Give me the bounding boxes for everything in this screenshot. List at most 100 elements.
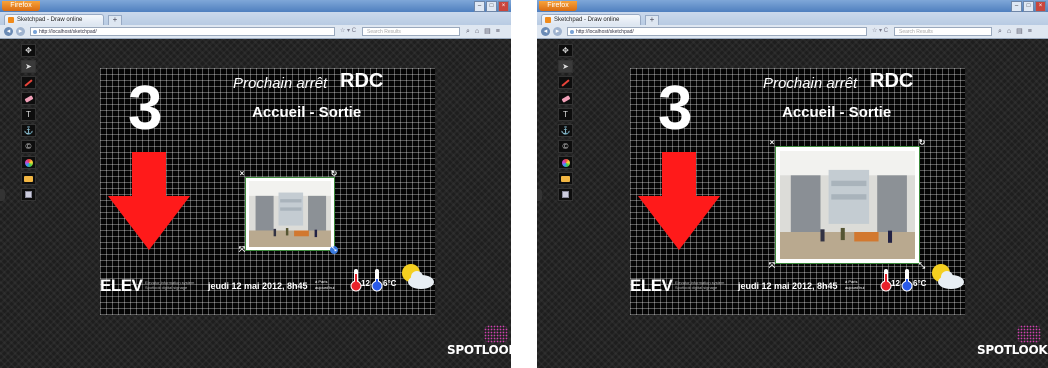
resize-handle-icon[interactable]: ⤡ (330, 246, 338, 254)
search-placeholder: Search Results (367, 29, 401, 35)
page-content: ✥ ➤ T ⚓ © Prochain arrêt RDC Accueil - S… (537, 39, 1048, 368)
destination-label: Accueil - Sortie (252, 104, 362, 121)
close-window-button[interactable]: × (1035, 1, 1046, 12)
search-icon[interactable]: ⌕ (466, 27, 470, 36)
back-arrow-icon[interactable]: ◂ (541, 27, 550, 36)
back-arrow-icon[interactable]: ◂ (4, 27, 13, 36)
eraser-icon[interactable] (21, 92, 36, 105)
temperature-min: 6°C (913, 279, 927, 288)
rotate-handle-icon[interactable]: ↻ (330, 170, 338, 178)
side-handle[interactable] (537, 189, 542, 201)
elev-subtitle-2: Spotlook digital signage (145, 285, 188, 290)
minimize-button[interactable]: – (474, 1, 485, 12)
tab-sketchpad[interactable]: Sketchpad - Draw online (4, 14, 104, 25)
spotlook-logo-dots (484, 325, 508, 343)
date-time: jeudi 12 mai 2012, 8h45 (738, 281, 838, 291)
anchor-icon[interactable]: ⚓ (558, 124, 573, 137)
menu-icon[interactable]: ≡ (1028, 27, 1032, 36)
title-bar: Firefox – □ × (537, 0, 1048, 12)
close-window-button[interactable]: × (498, 1, 509, 12)
side-handle[interactable] (0, 189, 5, 201)
elev-subtitle-2: Spotlook digital signage (675, 285, 718, 290)
tab-sketchpad[interactable]: Sketchpad - Draw online (541, 14, 641, 25)
divider (511, 0, 537, 368)
search-placeholder: Search Results (899, 29, 933, 35)
rotate-handle-icon[interactable]: ↻ (918, 139, 926, 147)
navigation-bar: ◂ ▸ http://localhost/sketchpad/ ☆ ▾ C Se… (0, 25, 511, 39)
browser-window-right: Firefox – □ × Sketchpad - Draw online + … (537, 0, 1048, 368)
anchor-icon[interactable]: ⚓ (21, 124, 36, 137)
save-icon[interactable] (21, 188, 36, 201)
lobby-photo[interactable] (776, 147, 919, 263)
bookmarks-icon[interactable]: ▤ (484, 27, 491, 36)
eraser-icon[interactable] (558, 92, 573, 105)
tab-title: Sketchpad - Draw online (17, 17, 83, 23)
floor-number: 3 (658, 74, 693, 143)
spotlook-logo: SPOTLOOK (977, 343, 1048, 357)
forward-arrow-icon[interactable]: ▸ (553, 27, 562, 36)
window-controls: – □ × (474, 1, 509, 12)
url-input[interactable]: http://localhost/sketchpad/ (30, 27, 335, 36)
move-handle-icon[interactable]: ⤧ (238, 246, 246, 254)
move-icon[interactable]: ✥ (21, 44, 36, 57)
search-icon[interactable]: ⌕ (998, 27, 1002, 36)
down-arrow-icon (638, 152, 720, 250)
sun-cloud-icon (932, 264, 964, 289)
pen-icon[interactable] (21, 76, 36, 89)
move-icon[interactable]: ✥ (558, 44, 573, 57)
temperature-max: 12 (891, 279, 900, 288)
home-icon[interactable]: ⌂ (1007, 27, 1011, 36)
temperature-max: 12 (361, 279, 370, 288)
favicon-icon (8, 17, 14, 23)
save-icon[interactable] (558, 188, 573, 201)
close-handle-icon[interactable]: × (238, 170, 246, 178)
floor-label: RDC (870, 70, 914, 92)
folder-icon[interactable] (21, 172, 36, 185)
color-picker-icon[interactable] (21, 156, 36, 169)
down-arrow-icon (108, 152, 190, 250)
elev-logo: ELEV (100, 276, 143, 295)
move-handle-icon[interactable]: ⤧ (768, 262, 776, 270)
signage-slide: Prochain arrêt RDC Accueil - Sortie 3 × … (630, 68, 965, 315)
text-icon[interactable]: T (558, 108, 573, 121)
globe-icon (33, 30, 37, 34)
bookmarks-icon[interactable]: ▤ (1016, 27, 1023, 36)
spotlook-logo: SPOTLOOK (447, 343, 511, 357)
lobby-image (249, 181, 331, 247)
tab-bar: Sketchpad - Draw online + (537, 12, 1048, 26)
maximize-button[interactable]: □ (486, 1, 497, 12)
lobby-photo[interactable] (246, 178, 334, 250)
url-text: http://localhost/sketchpad/ (39, 29, 97, 35)
home-icon[interactable]: ⌂ (475, 27, 479, 36)
minimize-button[interactable]: – (1011, 1, 1022, 12)
url-input[interactable]: http://localhost/sketchpad/ (567, 27, 867, 36)
close-handle-icon[interactable]: × (768, 139, 776, 147)
text-icon[interactable]: T (21, 108, 36, 121)
floor-number: 3 (128, 74, 163, 143)
reload-icon[interactable]: ☆ ▾ C (872, 27, 888, 36)
maximize-button[interactable]: □ (1023, 1, 1034, 12)
select-arrow-icon[interactable]: ➤ (21, 60, 36, 73)
thermometer-cold-icon (371, 269, 383, 292)
menu-icon[interactable]: ≡ (496, 27, 500, 36)
forward-arrow-icon[interactable]: ▸ (16, 27, 25, 36)
destination-label: Accueil - Sortie (782, 104, 892, 121)
folder-icon[interactable] (558, 172, 573, 185)
sun-cloud-icon (402, 264, 434, 289)
search-input[interactable]: Search Results (362, 27, 460, 36)
search-input[interactable]: Search Results (894, 27, 992, 36)
weather-city: à Paris (845, 279, 858, 284)
firefox-menu-button[interactable]: Firefox (2, 1, 40, 11)
resize-handle-icon[interactable]: ⤡ (918, 262, 926, 270)
weather-city: à Paris (315, 279, 328, 284)
color-picker-icon[interactable] (558, 156, 573, 169)
select-arrow-icon[interactable]: ➤ (558, 60, 573, 73)
date-time: jeudi 12 mai 2012, 8h45 (208, 281, 308, 291)
reload-icon[interactable]: ☆ ▾ C (340, 27, 356, 36)
copyright-icon[interactable]: © (21, 140, 36, 153)
weather-day: aujourd'hui (845, 285, 865, 290)
browser-window-left: Firefox – □ × Sketchpad - Draw online + … (0, 0, 511, 368)
pen-icon[interactable] (558, 76, 573, 89)
firefox-menu-button[interactable]: Firefox (539, 1, 577, 11)
copyright-icon[interactable]: © (558, 140, 573, 153)
